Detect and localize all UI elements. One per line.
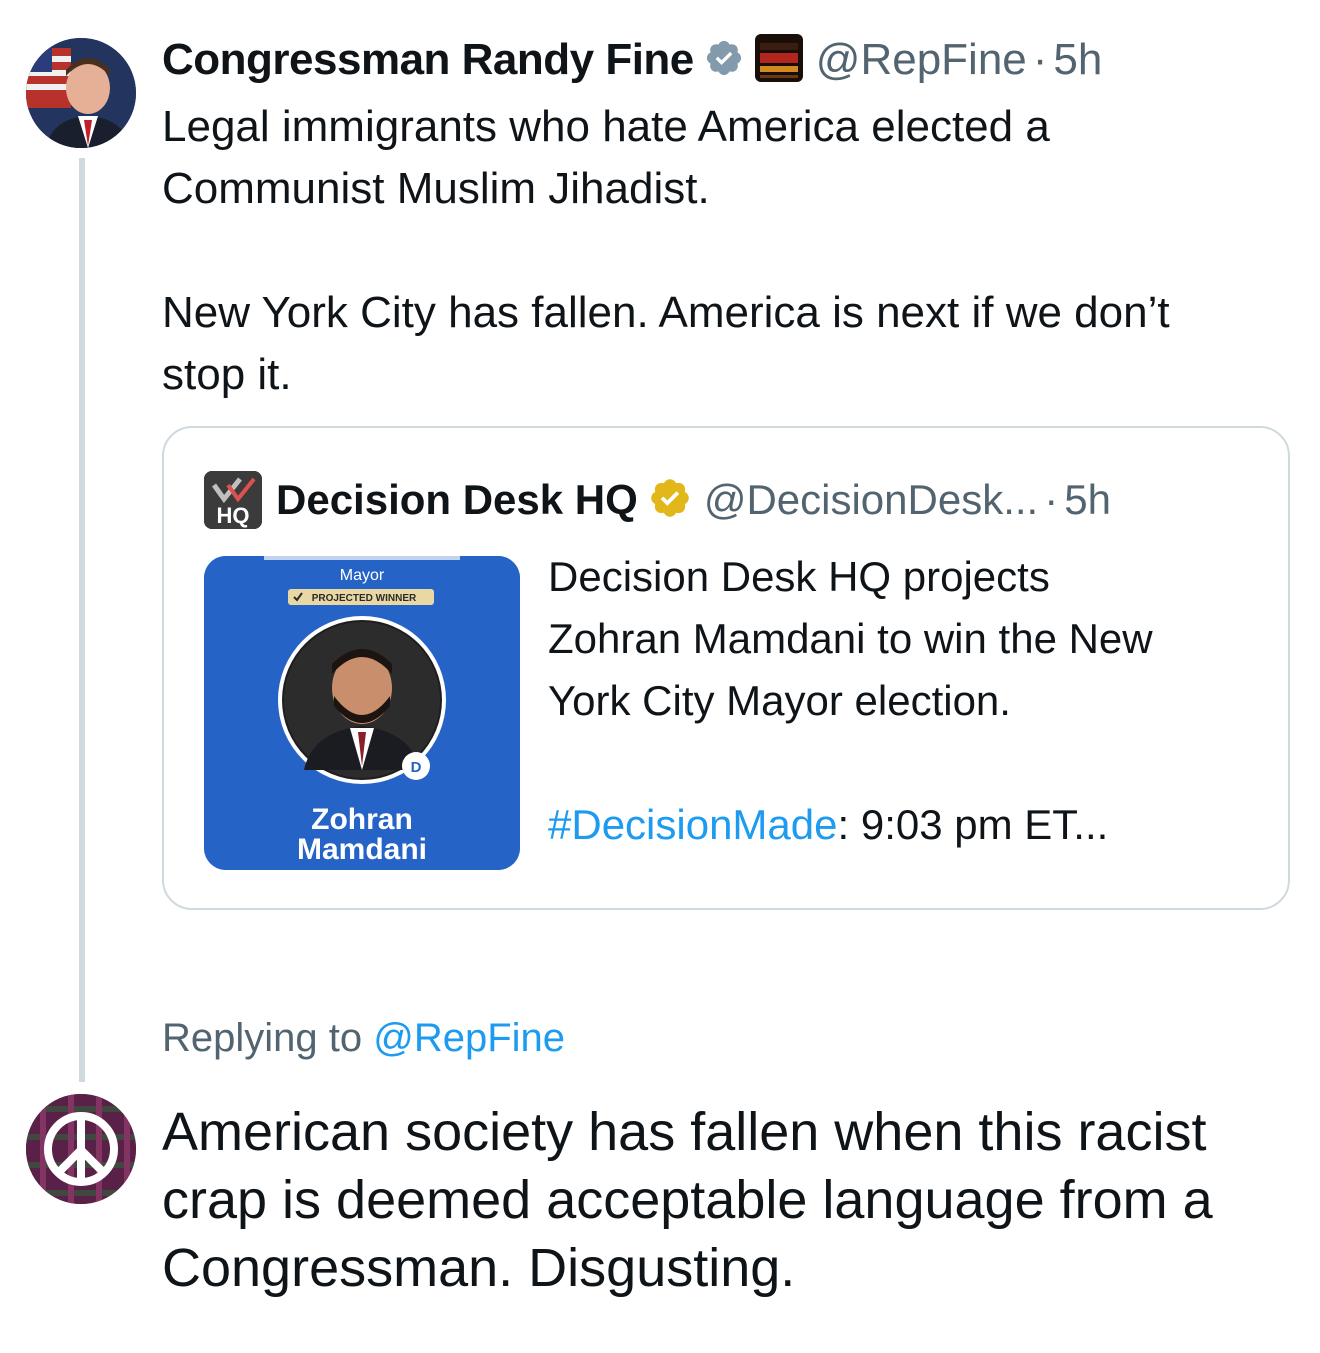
reply-author-avatar[interactable] [26, 1094, 136, 1204]
office-label: Mayor [340, 567, 385, 584]
quoted-tweet-card[interactable]: HQ Decision Desk HQ @DecisionDesk... · 5… [162, 426, 1290, 910]
replying-to: Replying to @RepFine [162, 1016, 565, 1061]
quote-text: Decision Desk HQ projects Zohran Mamdani… [548, 546, 1258, 856]
avatar-portrait-icon [26, 38, 136, 148]
quote-text-tail: : 9:03 pm ET... [837, 801, 1109, 848]
party-badge: D [411, 759, 422, 776]
separator-dot: · [1044, 476, 1059, 523]
replying-prefix: Replying to [162, 1016, 374, 1060]
verified-badge-icon[interactable] [704, 38, 744, 83]
quote-media-image[interactable]: Mayor PROJECTED WINNER D Zohran Mamdani [204, 556, 520, 870]
tweet-text-line: stop it. [162, 350, 292, 399]
author-avatar[interactable] [26, 38, 136, 148]
candidate-first-name: Zohran [311, 803, 413, 836]
separator-dot: · [1032, 35, 1048, 84]
candidate-last-name: Mamdani [297, 833, 427, 866]
quote-author-name[interactable]: Decision Desk HQ [276, 476, 638, 524]
tweet-text-line: Communist Muslim Jihadist. [162, 164, 710, 213]
status-label: PROJECTED WINNER [312, 593, 417, 604]
quote-author-handle[interactable]: @DecisionDesk... [704, 476, 1038, 524]
thread-connector-line [79, 158, 85, 1082]
timestamp[interactable]: 5h [1053, 35, 1102, 85]
decision-desk-logo-icon[interactable]: HQ [204, 471, 262, 529]
hashtag-link[interactable]: #DecisionMade [548, 801, 838, 848]
tweet-text-line: New York City has fallen. America is nex… [162, 288, 1170, 337]
affiliate-badge-icon[interactable] [754, 33, 804, 88]
tweet-header: Congressman Randy Fine @RepFine · 5h [162, 30, 1102, 90]
quote-timestamp[interactable]: 5h [1064, 476, 1111, 524]
tweet-text: Legal immigrants who hate America electe… [162, 96, 1302, 406]
quote-header: HQ Decision Desk HQ @DecisionDesk... · 5… [204, 471, 1111, 529]
replying-handle-link[interactable]: @RepFine [373, 1016, 565, 1060]
logo-text: HQ [217, 503, 250, 528]
reply-text: American society has fallen when this ra… [162, 1102, 1213, 1298]
quote-text-line: Zohran Mamdani to win the New [548, 615, 1153, 662]
quote-text-line: Decision Desk HQ projects [548, 553, 1050, 600]
gold-verified-badge-icon[interactable] [648, 476, 692, 525]
author-name[interactable]: Congressman Randy Fine [162, 35, 694, 85]
tweet-text-line: Legal immigrants who hate America electe… [162, 102, 1050, 151]
peace-sign-icon [26, 1094, 136, 1204]
quote-text-line: York City Mayor election. [548, 677, 1011, 724]
author-handle[interactable]: @RepFine [816, 35, 1027, 85]
